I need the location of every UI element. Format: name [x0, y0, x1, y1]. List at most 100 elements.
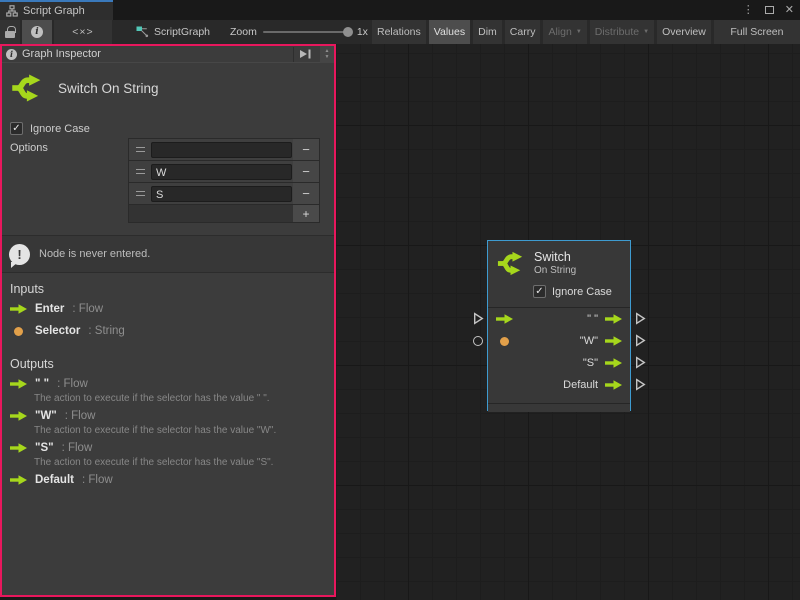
drag-handle[interactable] — [129, 183, 151, 204]
port-type: : String — [88, 325, 124, 337]
value-input-port-icon[interactable] — [500, 337, 509, 346]
node-ignore-case-label: Ignore Case — [552, 286, 612, 298]
external-flow-output-port[interactable] — [635, 334, 646, 347]
align-button[interactable]: Align ▼ — [543, 20, 586, 44]
tab-script-graph[interactable]: Script Graph — [0, 0, 113, 20]
dock-icon — [298, 48, 312, 60]
port-name: Enter — [35, 303, 64, 315]
dock-button[interactable] — [293, 47, 315, 62]
chevron-down-icon: ▼ — [576, 29, 582, 35]
drag-handle[interactable] — [129, 139, 151, 160]
port-type: : Flow — [82, 474, 113, 486]
flow-output-port-icon[interactable] — [605, 380, 622, 390]
inspector-toggle-button[interactable]: i — [22, 20, 52, 44]
input-port-row: Selector : String — [10, 325, 125, 337]
external-flow-output-port[interactable] — [635, 356, 646, 369]
output-port-row: Default : Flow — [10, 474, 113, 486]
node-body: " " "W" — [488, 308, 630, 396]
zoom-label: Zoom — [230, 26, 257, 38]
options-list: − W − S − + — [128, 138, 320, 223]
graph-inspector-title: Graph Inspector — [22, 48, 288, 60]
distribute-button[interactable]: Distribute ▼ — [590, 20, 654, 44]
switch-on-string-node[interactable]: Switch On String ✓ Ignore Case — [487, 240, 631, 411]
close-icon[interactable]: ✕ — [785, 0, 794, 20]
dim-button[interactable]: Dim — [473, 20, 502, 44]
port-type: : Flow — [62, 442, 93, 454]
add-option-button[interactable]: + — [293, 205, 319, 222]
flow-output-port-icon[interactable] — [605, 358, 622, 368]
ignore-case-label: Ignore Case — [30, 123, 90, 135]
input-port-row: Enter : Flow — [10, 303, 103, 315]
carry-label: Carry — [510, 26, 536, 38]
dim-label: Dim — [478, 26, 497, 38]
port-description: The action to execute if the selector ha… — [34, 425, 329, 436]
flow-port-icon — [10, 411, 27, 421]
port-name: "S" — [35, 442, 54, 454]
code-view-button[interactable]: <×> — [54, 20, 112, 44]
port-name: Selector — [35, 325, 80, 337]
lock-button[interactable] — [0, 20, 20, 44]
values-label: Values — [434, 26, 465, 38]
flow-output-port-icon[interactable] — [605, 336, 622, 346]
port-name: " " — [35, 378, 49, 390]
options-label: Options — [10, 142, 48, 154]
toolbar-left-group: i <×> — [0, 20, 112, 44]
maximize-icon[interactable] — [765, 6, 774, 14]
info-icon: i — [6, 49, 17, 60]
node-port-row: " " — [488, 308, 630, 330]
scroll-down-icon[interactable]: ▼ — [325, 55, 330, 60]
switch-icon — [10, 70, 46, 106]
scroll-up-icon[interactable]: ▲ — [325, 49, 330, 54]
graph-inspector-panel: i Graph Inspector ▲ ▼ Switch On St — [0, 44, 336, 597]
option-value-field[interactable]: S — [151, 186, 292, 202]
lock-icon — [5, 31, 15, 38]
remove-option-button[interactable]: − — [293, 161, 319, 182]
carry-button[interactable]: Carry — [505, 20, 541, 44]
checkbox-checked-icon[interactable]: ✓ — [533, 285, 546, 298]
zoom-value: 1x — [357, 26, 368, 38]
overview-button[interactable]: Overview — [657, 20, 711, 44]
flow-input-port-icon[interactable] — [496, 314, 513, 324]
external-flow-output-port[interactable] — [635, 378, 646, 391]
script-graph-icon — [136, 26, 149, 39]
graph-reference[interactable]: ScriptGraph — [136, 20, 210, 44]
drag-handle[interactable] — [129, 161, 151, 182]
remove-option-button[interactable]: − — [293, 183, 319, 204]
full-screen-label: Full Screen — [730, 26, 783, 38]
port-description: The action to execute if the selector ha… — [34, 393, 329, 404]
zoom-slider[interactable] — [263, 31, 351, 33]
graph-inspector-header: i Graph Inspector ▲ ▼ — [2, 46, 334, 63]
zoom-control: Zoom 1x — [230, 20, 368, 44]
port-name: Default — [35, 474, 74, 486]
ignore-case-checkbox[interactable]: ✓ Ignore Case — [10, 122, 90, 135]
inspector-node-title-block: Switch On String — [2, 63, 334, 113]
zoom-slider-handle[interactable] — [343, 27, 353, 37]
checkbox-checked-icon[interactable]: ✓ — [10, 122, 23, 135]
graph-toolbar: i <×> ScriptGraph Zoom 1x Relations — [0, 20, 800, 44]
option-value-field[interactable]: W — [151, 164, 292, 180]
node-port-row: "S" — [488, 352, 630, 374]
full-screen-button[interactable]: Full Screen — [714, 20, 800, 44]
external-flow-output-port[interactable] — [635, 312, 646, 325]
external-flow-input-port[interactable] — [473, 312, 484, 325]
port-type: : Flow — [65, 410, 96, 422]
node-output-label: "W" — [580, 335, 598, 347]
scroll-spinner[interactable]: ▲ ▼ — [320, 46, 334, 63]
node-header[interactable]: Switch On String ✓ Ignore Case — [488, 241, 630, 307]
flow-output-port-icon[interactable] — [605, 314, 622, 324]
tab-label: Script Graph — [23, 5, 85, 17]
option-value-field[interactable] — [151, 142, 292, 158]
overview-label: Overview — [662, 26, 706, 38]
node-footer — [488, 403, 630, 412]
flow-port-icon — [10, 304, 27, 314]
window-menu-icon[interactable]: ⋮ — [743, 0, 754, 20]
values-button[interactable]: Values — [429, 20, 470, 44]
graph-canvas[interactable]: Switch On String ✓ Ignore Case — [336, 44, 800, 600]
remove-option-button[interactable]: − — [293, 139, 319, 160]
flow-port-icon — [10, 379, 27, 389]
node-ignore-case-checkbox[interactable]: ✓ Ignore Case — [533, 285, 612, 298]
external-value-input-port[interactable] — [473, 336, 483, 346]
chevron-down-icon: ▼ — [643, 29, 649, 35]
relations-button[interactable]: Relations — [372, 20, 426, 44]
node-port-row: "W" — [488, 330, 630, 352]
